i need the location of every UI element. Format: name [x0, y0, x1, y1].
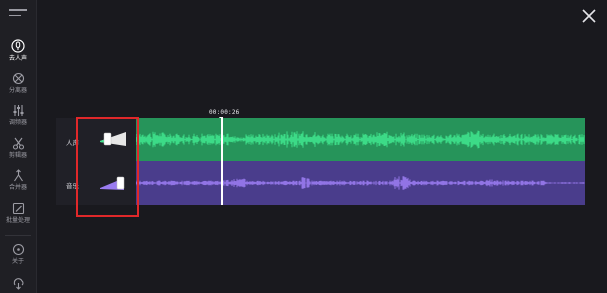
sidebar-item-cutter[interactable]: 剪辑器	[0, 137, 36, 160]
info-icon	[12, 243, 24, 256]
merge-icon	[13, 169, 23, 182]
download-icon	[13, 278, 24, 290]
sidebar-item-label: 去人声	[8, 55, 27, 62]
vocal-track[interactable]	[135, 118, 585, 161]
vocal-waveform	[135, 130, 585, 149]
sidebar-item-label: 关于	[11, 258, 24, 265]
sidebar-item-separator[interactable]: 分离器	[0, 72, 36, 95]
music-waveform	[135, 176, 585, 190]
track-area[interactable]	[135, 118, 585, 205]
sidebar-item-label: 调频器	[8, 119, 27, 126]
equalizer-icon	[13, 105, 23, 116]
sidebar-item-label: 批量处理	[5, 217, 30, 224]
music-track[interactable]	[135, 161, 585, 205]
sidebar-item-label: 剪辑器	[8, 152, 27, 159]
sidebar: 去人声 分离器 调频器 剪辑器 合并器 批量处理 关于	[0, 0, 37, 293]
playhead-timecode: 00:00:26	[209, 109, 240, 116]
sidebar-item-batch[interactable]: 批量处理	[0, 202, 36, 225]
sidebar-item-label: 合并器	[8, 184, 27, 191]
menu-icon[interactable]	[9, 9, 27, 25]
separator-icon	[12, 72, 24, 85]
remove-vocal-icon	[11, 39, 25, 53]
waveform-path	[135, 176, 585, 190]
waveform-path	[135, 130, 585, 149]
sidebar-item-label: 分离器	[8, 87, 27, 94]
close-icon[interactable]	[582, 9, 596, 23]
sidebar-item-equalizer[interactable]: 调频器	[0, 104, 36, 127]
sidebar-item-download[interactable]	[0, 277, 36, 292]
sidebar-item-remove-vocal[interactable]: 去人声	[0, 36, 36, 64]
scissors-icon	[12, 137, 24, 150]
highlight-box	[76, 117, 139, 217]
playhead-line[interactable]	[221, 117, 223, 205]
batch-edit-icon	[12, 202, 24, 215]
sidebar-item-merge[interactable]: 合并器	[0, 169, 36, 192]
sidebar-divider	[5, 235, 31, 236]
sidebar-item-about[interactable]: 关于	[0, 243, 36, 266]
